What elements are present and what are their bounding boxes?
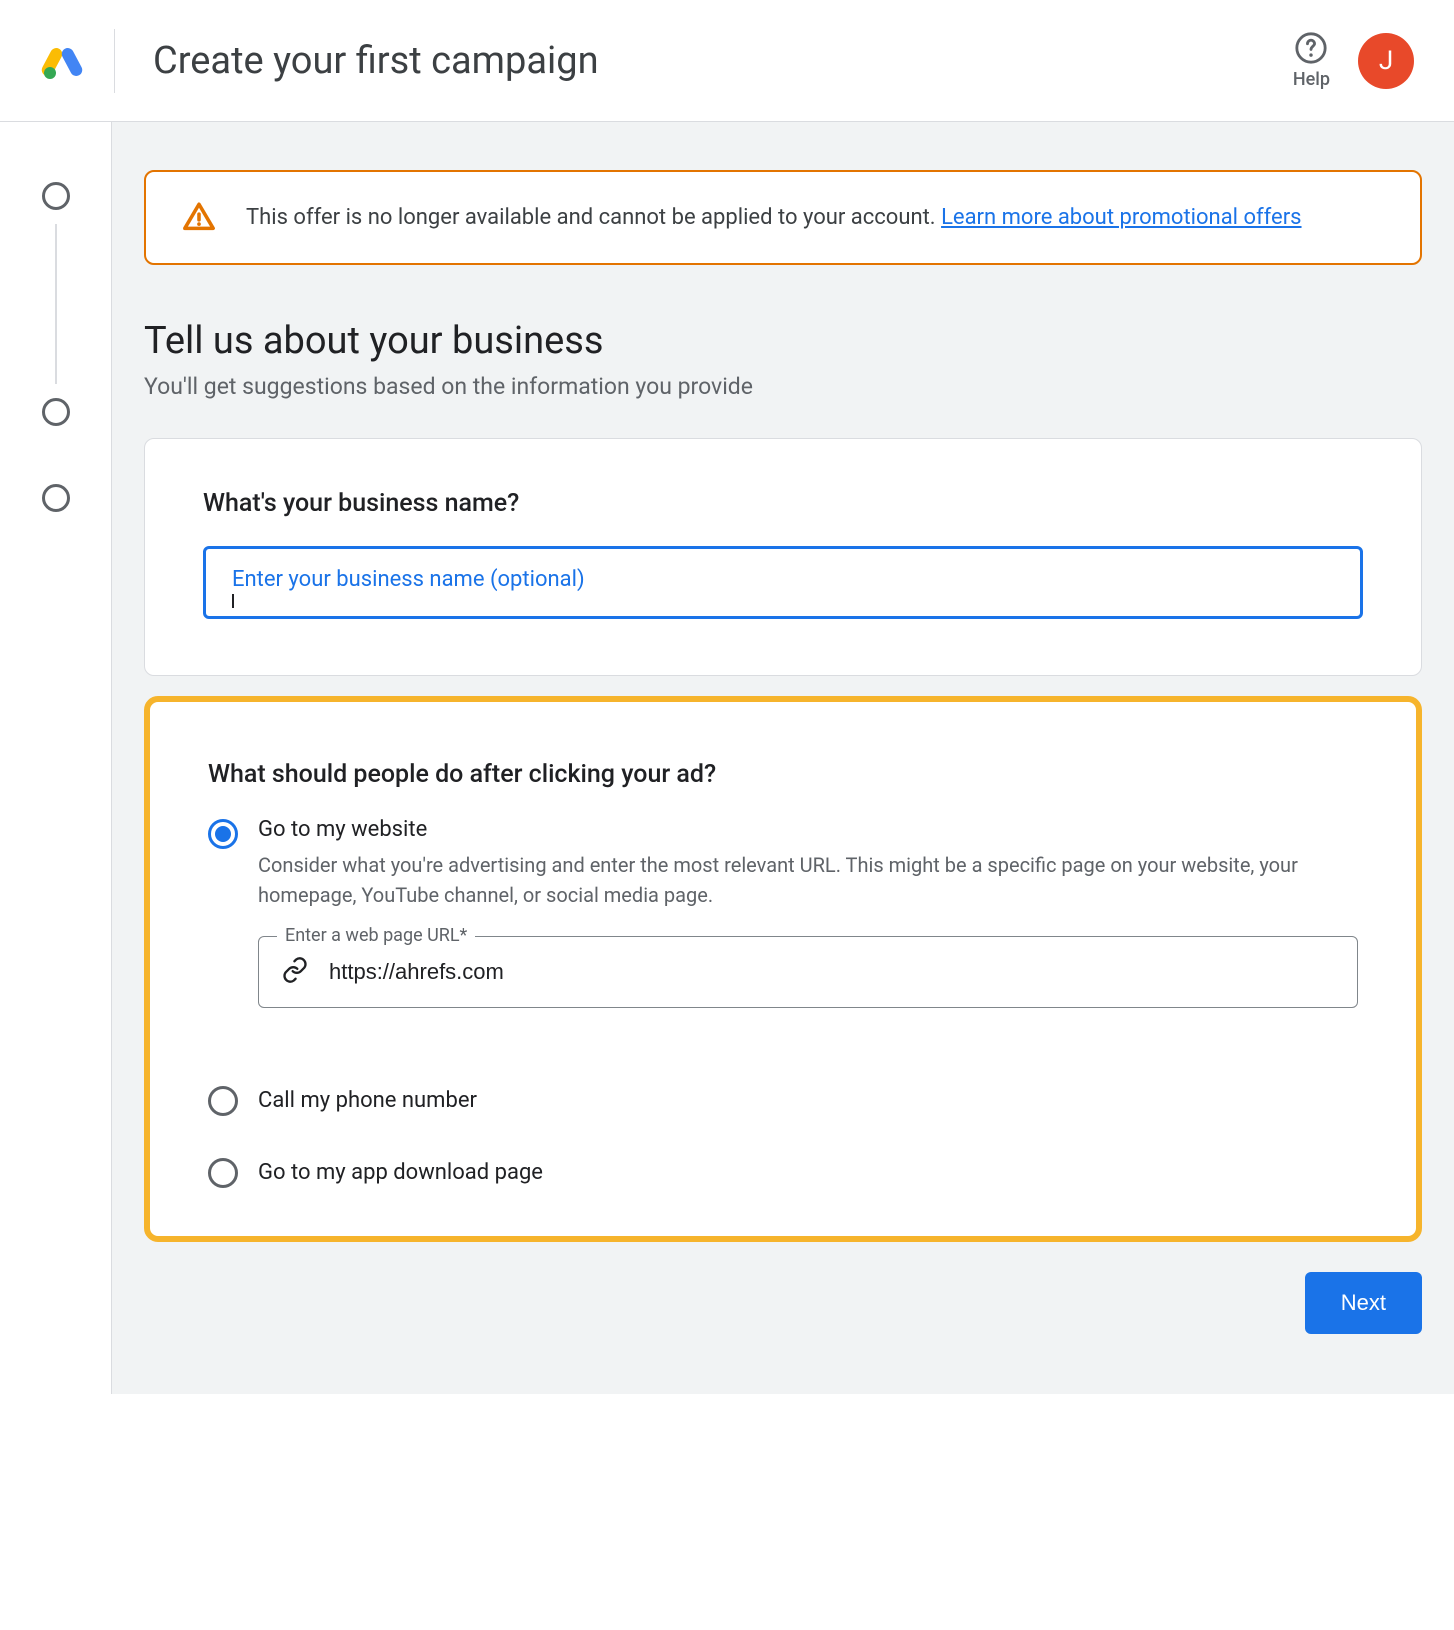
business-name-input[interactable]: Enter your business name (optional) [203, 546, 1363, 619]
stepper-column [0, 122, 112, 1394]
step-2[interactable] [42, 398, 70, 426]
radio-website-content: Go to my website Consider what you're ad… [258, 817, 1358, 1008]
url-field[interactable]: Enter a web page URL* [258, 936, 1358, 1008]
url-legend: Enter a web page URL* [277, 925, 475, 946]
ad-action-card: What should people do after clicking you… [144, 696, 1422, 1242]
business-name-question: What's your business name? [203, 489, 1363, 518]
radio-dot [215, 826, 231, 842]
url-input[interactable] [329, 959, 1337, 985]
radio-phone[interactable] [208, 1086, 238, 1116]
header-right: Help J [1293, 31, 1414, 90]
warning-icon [182, 200, 216, 234]
logo-wrap [40, 29, 115, 93]
radio-app[interactable] [208, 1158, 238, 1188]
radio-app-label: Go to my app download page [258, 1160, 543, 1185]
alert-link[interactable]: Learn more about promotional offers [941, 205, 1301, 230]
main-content: This offer is no longer available and ca… [112, 122, 1454, 1394]
help-icon [1294, 31, 1328, 65]
google-ads-logo-icon[interactable] [40, 39, 84, 83]
radio-option-website: Go to my website Consider what you're ad… [208, 817, 1358, 1008]
radio-website-description: Consider what you're advertising and ent… [258, 850, 1358, 910]
business-name-placeholder: Enter your business name (optional) [232, 567, 585, 592]
radio-phone-label: Call my phone number [258, 1088, 477, 1113]
body-wrap: This offer is no longer available and ca… [0, 122, 1454, 1394]
radio-option-app: Go to my app download page [208, 1156, 1358, 1188]
user-avatar[interactable]: J [1358, 33, 1414, 89]
offer-alert: This offer is no longer available and ca… [144, 170, 1422, 265]
alert-message: This offer is no longer available and ca… [246, 205, 941, 230]
link-icon [281, 956, 309, 988]
next-button[interactable]: Next [1305, 1272, 1422, 1334]
header-divider [114, 29, 115, 93]
radio-website[interactable] [208, 819, 238, 849]
page-title: Create your first campaign [153, 39, 599, 83]
section-title: Tell us about your business [144, 319, 1422, 363]
radio-website-label: Go to my website [258, 817, 1358, 842]
business-name-card: What's your business name? Enter your bu… [144, 438, 1422, 676]
radio-option-phone: Call my phone number [208, 1084, 1358, 1116]
help-button[interactable]: Help [1293, 31, 1330, 90]
app-header: Create your first campaign Help J [0, 0, 1454, 122]
alert-text: This offer is no longer available and ca… [246, 200, 1302, 235]
ad-action-question: What should people do after clicking you… [208, 760, 1358, 789]
step-1[interactable] [42, 182, 70, 210]
step-line-1 [55, 224, 57, 384]
text-caret [232, 594, 234, 608]
footer: Next [144, 1272, 1422, 1334]
section-subtitle: You'll get suggestions based on the info… [144, 373, 1422, 400]
help-label: Help [1293, 69, 1330, 90]
step-3[interactable] [42, 484, 70, 512]
